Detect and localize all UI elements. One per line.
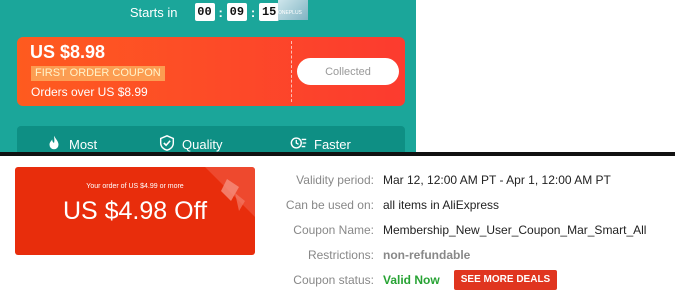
timer-label: Starts in [129,4,178,20]
feature-most[interactable]: Most [45,134,97,152]
feature-label: Most [69,137,98,152]
countdown-timer: Starts in 00 : 09 : 15 [0,0,416,24]
detail-value: Membership_New_User_Coupon_Mar_Smart_All [383,223,647,237]
delivery-icon [290,134,308,152]
feature-bar: Most Quality Faster [17,126,405,152]
promo-panel: Starts in 00 : 09 : 15 ONEPLUS US $8.98 … [0,0,416,152]
collected-button[interactable]: Collected [297,58,399,85]
coupon-divider [291,41,292,102]
coupon-badge: FIRST ORDER COUPON [31,66,165,81]
feature-quality[interactable]: Quality [158,134,222,152]
detail-label: Can be used on: [285,198,374,212]
status-badge: Valid Now [383,273,440,287]
detail-label: Restrictions: [307,248,374,262]
timer-separator: : [250,4,256,20]
detail-label: Coupon Name: [293,223,374,237]
timer-minutes: 09 [226,3,247,21]
detail-label: Validity period: [296,173,374,187]
feature-faster[interactable]: Faster [290,134,351,152]
timer-seconds: 15 [259,3,280,21]
first-order-coupon: US $8.98 FIRST ORDER COUPON Orders over … [17,37,405,106]
timer-hours: 00 [194,3,215,21]
coupon-minimum: Orders over US $8.99 [31,85,148,99]
coupon-amount: US $8.98 [30,42,106,62]
detail-label: Coupon status: [293,273,374,287]
flame-icon [45,134,63,152]
see-more-deals-button[interactable]: SEE MORE DEALS [454,270,557,290]
coupon-details-panel: Your order of US $4.99 or more US $4.98 … [0,156,675,307]
timer-separator: : [218,4,223,20]
product-brand-tag: ONEPLUS [278,10,302,16]
feature-label: Faster [314,137,351,152]
feature-label: Quality [182,137,223,152]
blank-area [416,0,675,152]
detail-value: all items in AliExpress [383,198,500,212]
shield-check-icon [158,134,176,152]
detail-value: non-refundable [383,248,471,262]
detail-value: Mar 12, 12:00 AM PT - Apr 1, 12:00 AM PT [383,173,611,187]
